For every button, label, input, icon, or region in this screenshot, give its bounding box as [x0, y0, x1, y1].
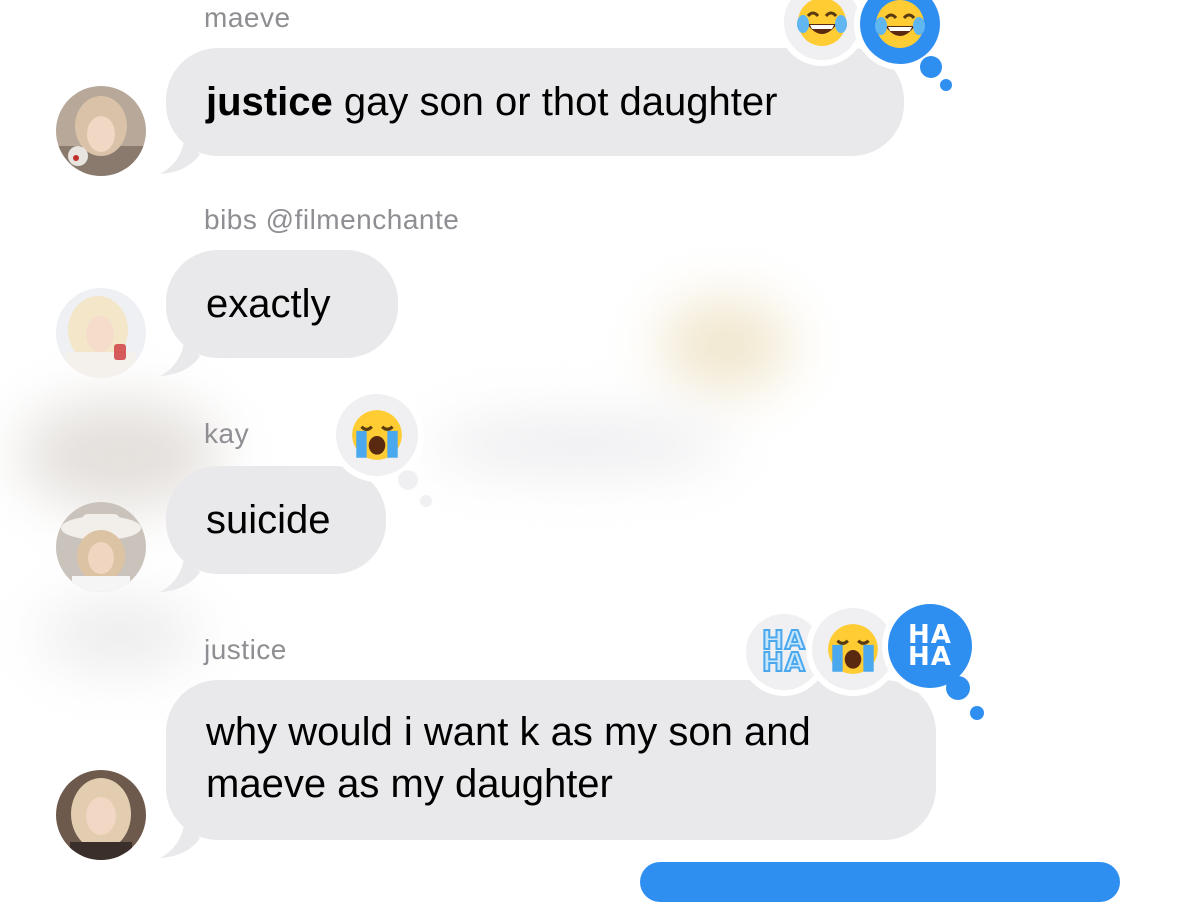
message-bubble[interactable]: justice gay son or thot daughter	[160, 48, 904, 174]
message-bubble[interactable]: why would i want k as my son and maeve a…	[160, 680, 936, 858]
crying-emoji-icon	[352, 410, 402, 460]
bubble-tail	[160, 558, 200, 592]
bubble-tail	[160, 342, 200, 376]
message-text: suicide	[206, 498, 331, 542]
sender-name: maeve	[204, 2, 291, 33]
reaction-tail-dot	[398, 470, 418, 490]
crying-emoji-icon	[828, 624, 878, 674]
sender-name: justice	[204, 634, 287, 665]
avatar-photo	[56, 770, 146, 860]
avatar[interactable]	[56, 86, 146, 176]
avatar-photo	[56, 288, 146, 378]
reaction-crying[interactable]	[330, 388, 424, 482]
bubble-tail	[160, 824, 200, 858]
avatar-photo	[56, 86, 146, 176]
bubble-tail	[160, 140, 200, 174]
blurred-background	[40, 600, 200, 670]
reaction-tail-dot	[920, 56, 942, 78]
reaction-tail-dot	[940, 79, 952, 91]
avatar-photo	[56, 502, 146, 592]
sender-name: bibs @filmenchante	[204, 204, 460, 235]
message-text: gay son or thot daughter	[332, 80, 778, 124]
mention[interactable]: justice	[206, 80, 333, 124]
reaction-tail-dot	[946, 676, 970, 700]
reaction-tail-dot	[970, 706, 984, 720]
sender-name: kay	[204, 418, 250, 449]
message-bubble[interactable]: suicide	[160, 466, 386, 592]
blurred-background	[430, 420, 730, 470]
joy-emoji-icon	[797, 0, 847, 46]
haha-sticker-icon: HA HA	[908, 620, 952, 672]
outgoing-message-bubble[interactable]	[640, 862, 1120, 902]
avatar[interactable]	[56, 502, 146, 592]
message-text: exactly	[206, 282, 331, 326]
avatar[interactable]	[56, 288, 146, 378]
message-text-line: why would i want k as my son and	[206, 710, 811, 754]
blurred-background	[660, 300, 790, 390]
message-text-line: maeve as my daughter	[206, 762, 613, 806]
reaction-tail-dot	[420, 495, 432, 507]
message-bubble[interactable]: exactly	[160, 250, 398, 376]
haha-sticker-icon: HA HA	[761, 626, 806, 678]
joy-emoji-icon	[875, 0, 925, 48]
avatar[interactable]	[56, 770, 146, 860]
